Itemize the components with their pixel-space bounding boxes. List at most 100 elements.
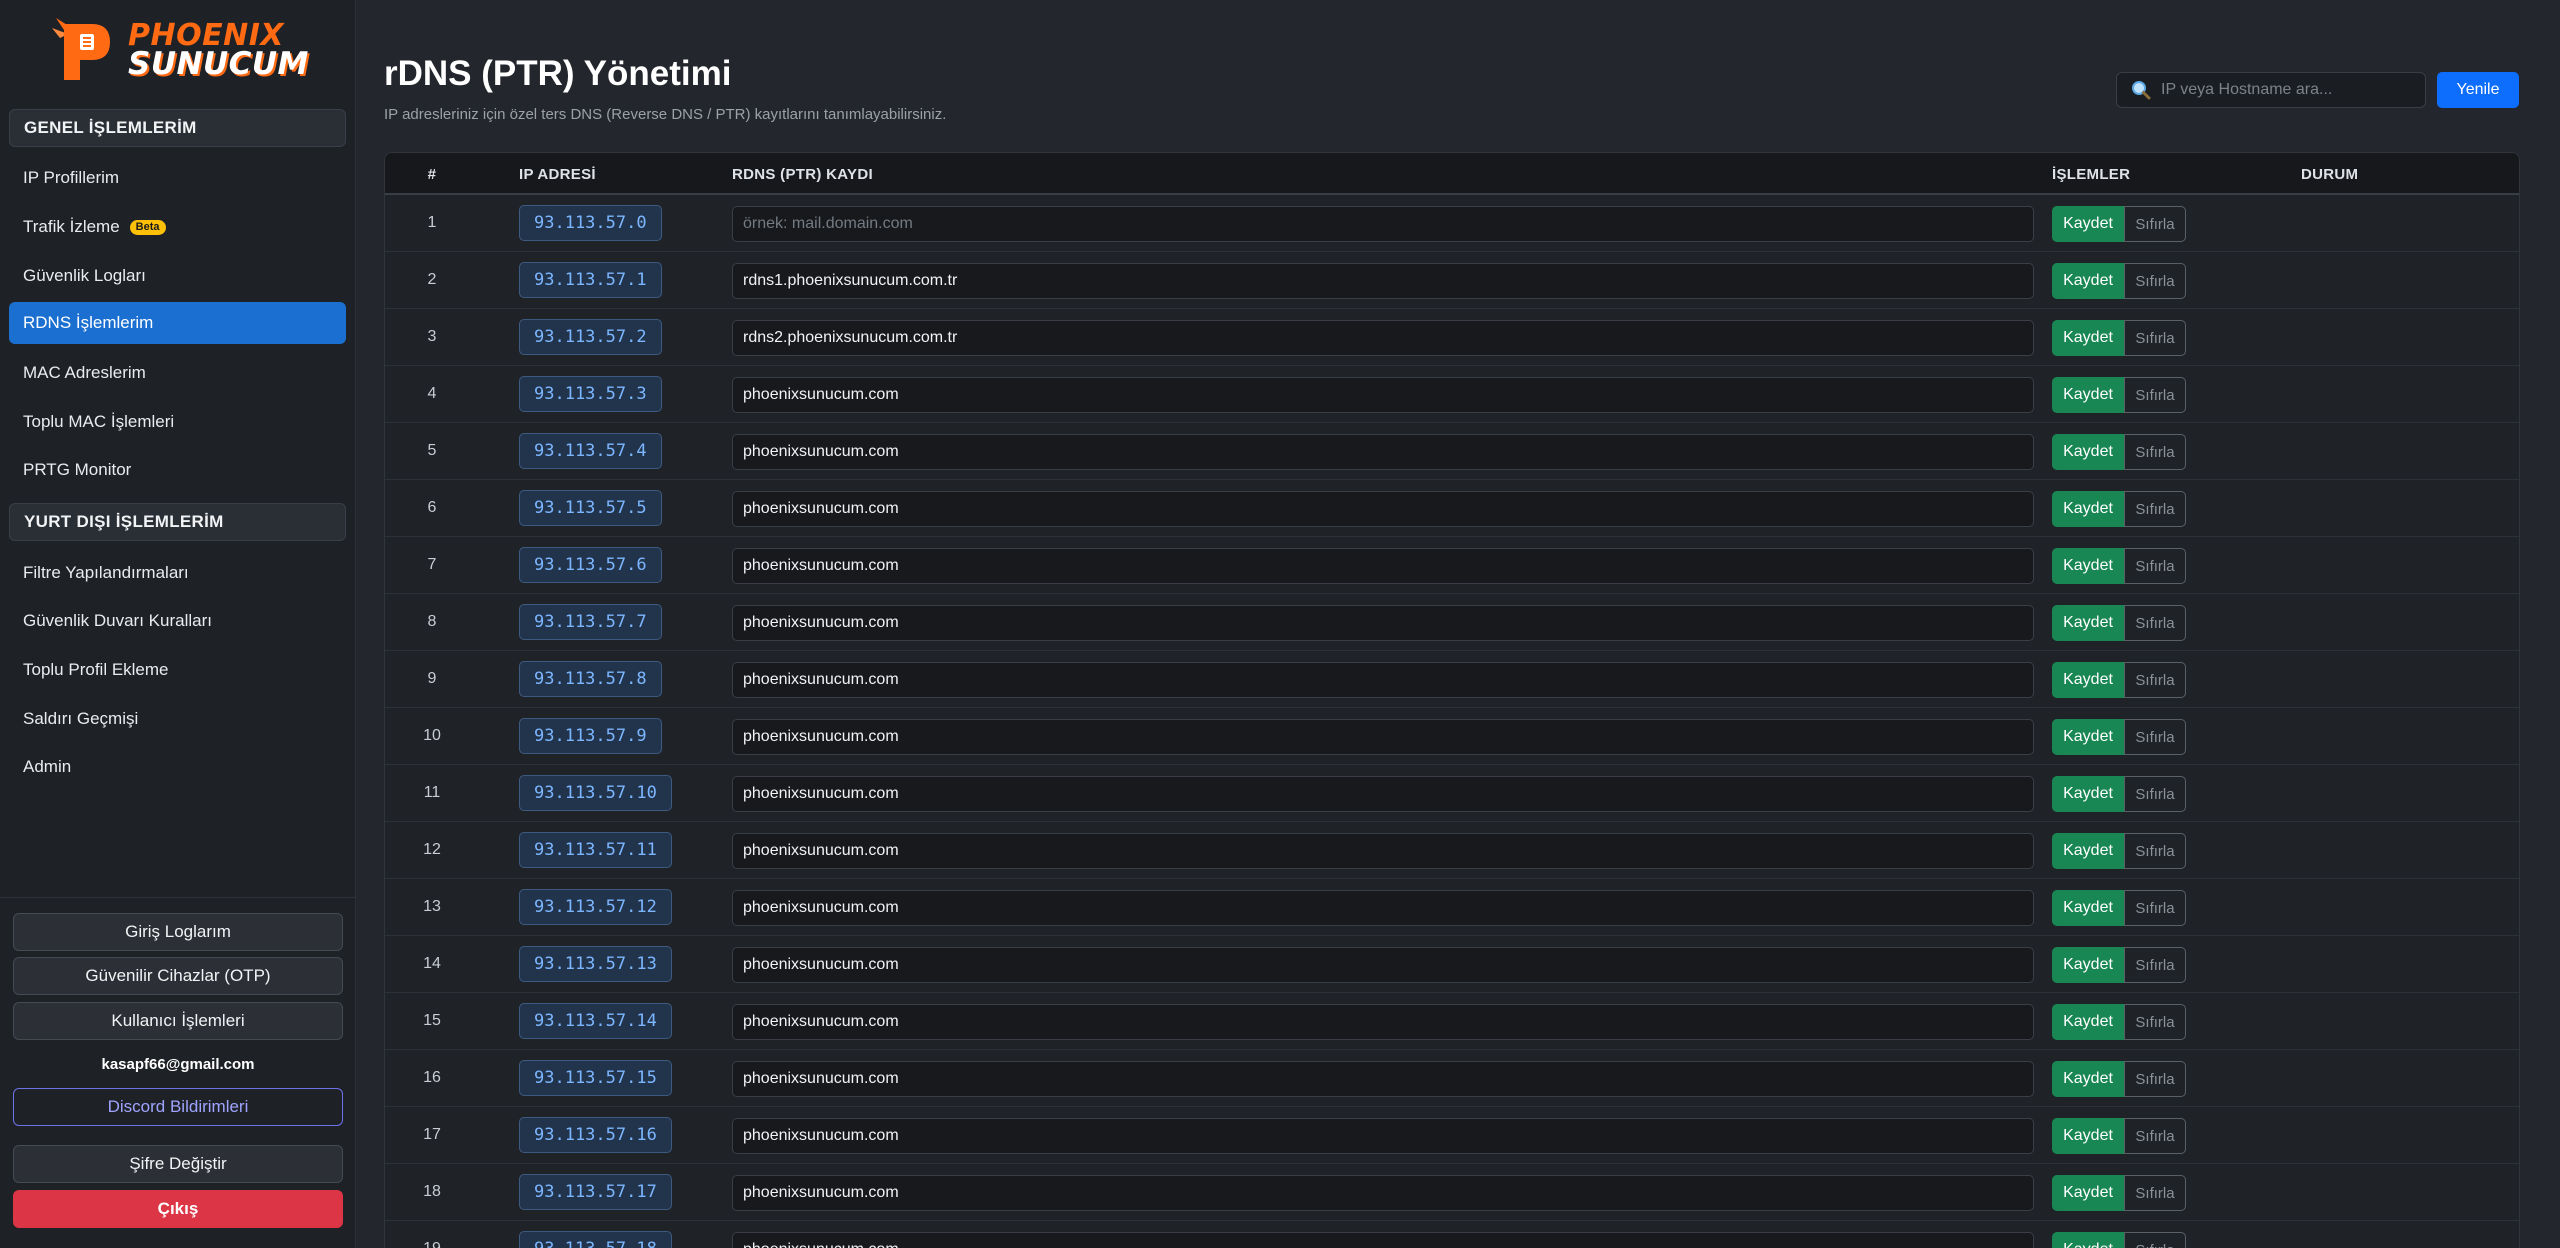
table-row: 15 93.113.57.14 Kaydet Sıfırla <box>385 993 2519 1050</box>
save-button[interactable]: Kaydet <box>2052 1004 2124 1040</box>
reset-button[interactable]: Sıfırla <box>2124 491 2186 527</box>
save-button[interactable]: Kaydet <box>2052 491 2124 527</box>
rdns-input[interactable] <box>732 1061 2034 1097</box>
logout-button[interactable]: Çıkış <box>13 1190 343 1228</box>
sidebar-item-security-logs[interactable]: Güvenlik Logları <box>9 255 346 297</box>
rdns-input[interactable] <box>732 890 2034 926</box>
reset-button[interactable]: Sıfırla <box>2124 377 2186 413</box>
sidebar-item-traffic[interactable]: Trafik İzleme Beta <box>9 206 346 248</box>
rdns-input[interactable] <box>732 263 2034 299</box>
row-number: 14 <box>423 955 441 972</box>
rdns-input[interactable] <box>732 434 2034 470</box>
reset-button[interactable]: Sıfırla <box>2124 1061 2186 1097</box>
rdns-input[interactable] <box>732 1175 2034 1211</box>
row-number: 16 <box>423 1069 441 1086</box>
reset-button[interactable]: Sıfırla <box>2124 263 2186 299</box>
save-button[interactable]: Kaydet <box>2052 1118 2124 1154</box>
reset-button[interactable]: Sıfırla <box>2124 1004 2186 1040</box>
col-actions: İŞLEMLER <box>2052 166 2131 183</box>
save-button[interactable]: Kaydet <box>2052 947 2124 983</box>
table-row: 16 93.113.57.15 Kaydet Sıfırla <box>385 1050 2519 1107</box>
ip-address-badge: 93.113.57.0 <box>519 205 662 241</box>
rdns-input[interactable] <box>732 1232 2034 1248</box>
reset-button[interactable]: Sıfırla <box>2124 890 2186 926</box>
row-number: 10 <box>423 727 441 744</box>
rdns-input[interactable] <box>732 1004 2034 1040</box>
reset-button[interactable]: Sıfırla <box>2124 434 2186 470</box>
sidebar-item-admin[interactable]: Admin <box>9 746 346 788</box>
rdns-input[interactable] <box>732 605 2034 641</box>
rdns-input[interactable] <box>732 719 2034 755</box>
sidebar-item-bulk-profile[interactable]: Toplu Profil Ekleme <box>9 649 346 691</box>
row-number: 19 <box>385 1240 479 1248</box>
rdns-input[interactable] <box>732 548 2034 584</box>
save-button[interactable]: Kaydet <box>2052 434 2124 470</box>
brand-logo[interactable]: PHOENIX SUNUCUM <box>50 14 310 86</box>
rdns-input[interactable] <box>732 320 2034 356</box>
save-button[interactable]: Kaydet <box>2052 605 2124 641</box>
login-logs-button[interactable]: Giriş Loglarım <box>13 913 343 951</box>
save-button[interactable]: Kaydet <box>2052 1061 2124 1097</box>
trusted-devices-button[interactable]: Güvenilir Cihazlar (OTP) <box>13 957 343 995</box>
ip-address-badge: 93.113.57.13 <box>519 946 672 982</box>
save-button[interactable]: Kaydet <box>2052 206 2124 242</box>
table-row: 8 93.113.57.7 Kaydet Sıfırla <box>385 594 2519 651</box>
save-button[interactable]: Kaydet <box>2052 833 2124 869</box>
reset-button[interactable]: Sıfırla <box>2124 1175 2186 1211</box>
ip-address-badge: 93.113.57.5 <box>519 490 662 526</box>
save-button[interactable]: Kaydet <box>2052 890 2124 926</box>
refresh-button[interactable]: Yenile <box>2437 72 2519 108</box>
page-title: rDNS (PTR) Yönetimi <box>384 54 732 93</box>
save-button[interactable]: Kaydet <box>2052 1232 2124 1248</box>
save-button[interactable]: Kaydet <box>2052 377 2124 413</box>
reset-button[interactable]: Sıfırla <box>2124 719 2186 755</box>
save-button[interactable]: Kaydet <box>2052 548 2124 584</box>
page-subtitle: IP adresleriniz için özel ters DNS (Reve… <box>384 106 947 123</box>
sidebar-item-attack-history[interactable]: Saldırı Geçmişi <box>9 698 346 740</box>
sidebar-item-filters[interactable]: Filtre Yapılandırmaları <box>9 552 346 594</box>
save-button[interactable]: Kaydet <box>2052 776 2124 812</box>
table-header: # IP ADRESİ RDNS (PTR) KAYDI İŞLEMLER DU… <box>385 153 2519 195</box>
reset-button[interactable]: Sıfırla <box>2124 662 2186 698</box>
reset-button[interactable]: Sıfırla <box>2124 206 2186 242</box>
save-button[interactable]: Kaydet <box>2052 662 2124 698</box>
save-button[interactable]: Kaydet <box>2052 1175 2124 1211</box>
reset-button[interactable]: Sıfırla <box>2124 320 2186 356</box>
reset-button[interactable]: Sıfırla <box>2124 1232 2186 1248</box>
sidebar-item-firewall[interactable]: Güvenlik Duvarı Kuralları <box>9 600 346 642</box>
rdns-input[interactable] <box>732 491 2034 527</box>
reset-button[interactable]: Sıfırla <box>2124 833 2186 869</box>
sidebar-item-mac[interactable]: MAC Adreslerim <box>9 352 346 394</box>
reset-button[interactable]: Sıfırla <box>2124 548 2186 584</box>
sidebar-item-bulk-mac[interactable]: Toplu MAC İşlemleri <box>9 401 346 443</box>
change-password-button[interactable]: Şifre Değiştir <box>13 1145 343 1183</box>
sidebar-item-rdns[interactable]: RDNS İşlemlerim <box>9 302 346 344</box>
sidebar-item-ip-profiles[interactable]: IP Profillerim <box>9 157 346 199</box>
ip-address-badge: 93.113.57.8 <box>519 661 662 697</box>
rdns-input[interactable] <box>732 833 2034 869</box>
save-button[interactable]: Kaydet <box>2052 719 2124 755</box>
sidebar-item-prtg[interactable]: PRTG Monitor <box>9 449 346 491</box>
reset-button[interactable]: Sıfırla <box>2124 605 2186 641</box>
ip-address-badge: 93.113.57.17 <box>519 1174 672 1210</box>
reset-button[interactable]: Sıfırla <box>2124 776 2186 812</box>
table-row: 2 93.113.57.1 Kaydet Sıfırla <box>385 252 2519 309</box>
ip-address-badge: 93.113.57.16 <box>519 1117 672 1153</box>
reset-button[interactable]: Sıfırla <box>2124 1118 2186 1154</box>
rdns-input[interactable] <box>732 206 2034 242</box>
rdns-input[interactable] <box>732 1118 2034 1154</box>
ip-address-badge: 93.113.57.12 <box>519 889 672 925</box>
rdns-input[interactable] <box>732 947 2034 983</box>
user-actions-button[interactable]: Kullanıcı İşlemleri <box>13 1002 343 1040</box>
section-general: GENEL İŞLEMLERİM <box>9 109 346 147</box>
sidebar-item-label: Saldırı Geçmişi <box>23 709 139 728</box>
rdns-input[interactable] <box>732 776 2034 812</box>
save-button[interactable]: Kaydet <box>2052 320 2124 356</box>
search-input[interactable] <box>2116 72 2426 108</box>
rdns-input[interactable] <box>732 377 2034 413</box>
save-button[interactable]: Kaydet <box>2052 263 2124 299</box>
row-number: 17 <box>423 1126 441 1143</box>
discord-notifications-button[interactable]: Discord Bildirimleri <box>13 1088 343 1126</box>
rdns-input[interactable] <box>732 662 2034 698</box>
reset-button[interactable]: Sıfırla <box>2124 947 2186 983</box>
